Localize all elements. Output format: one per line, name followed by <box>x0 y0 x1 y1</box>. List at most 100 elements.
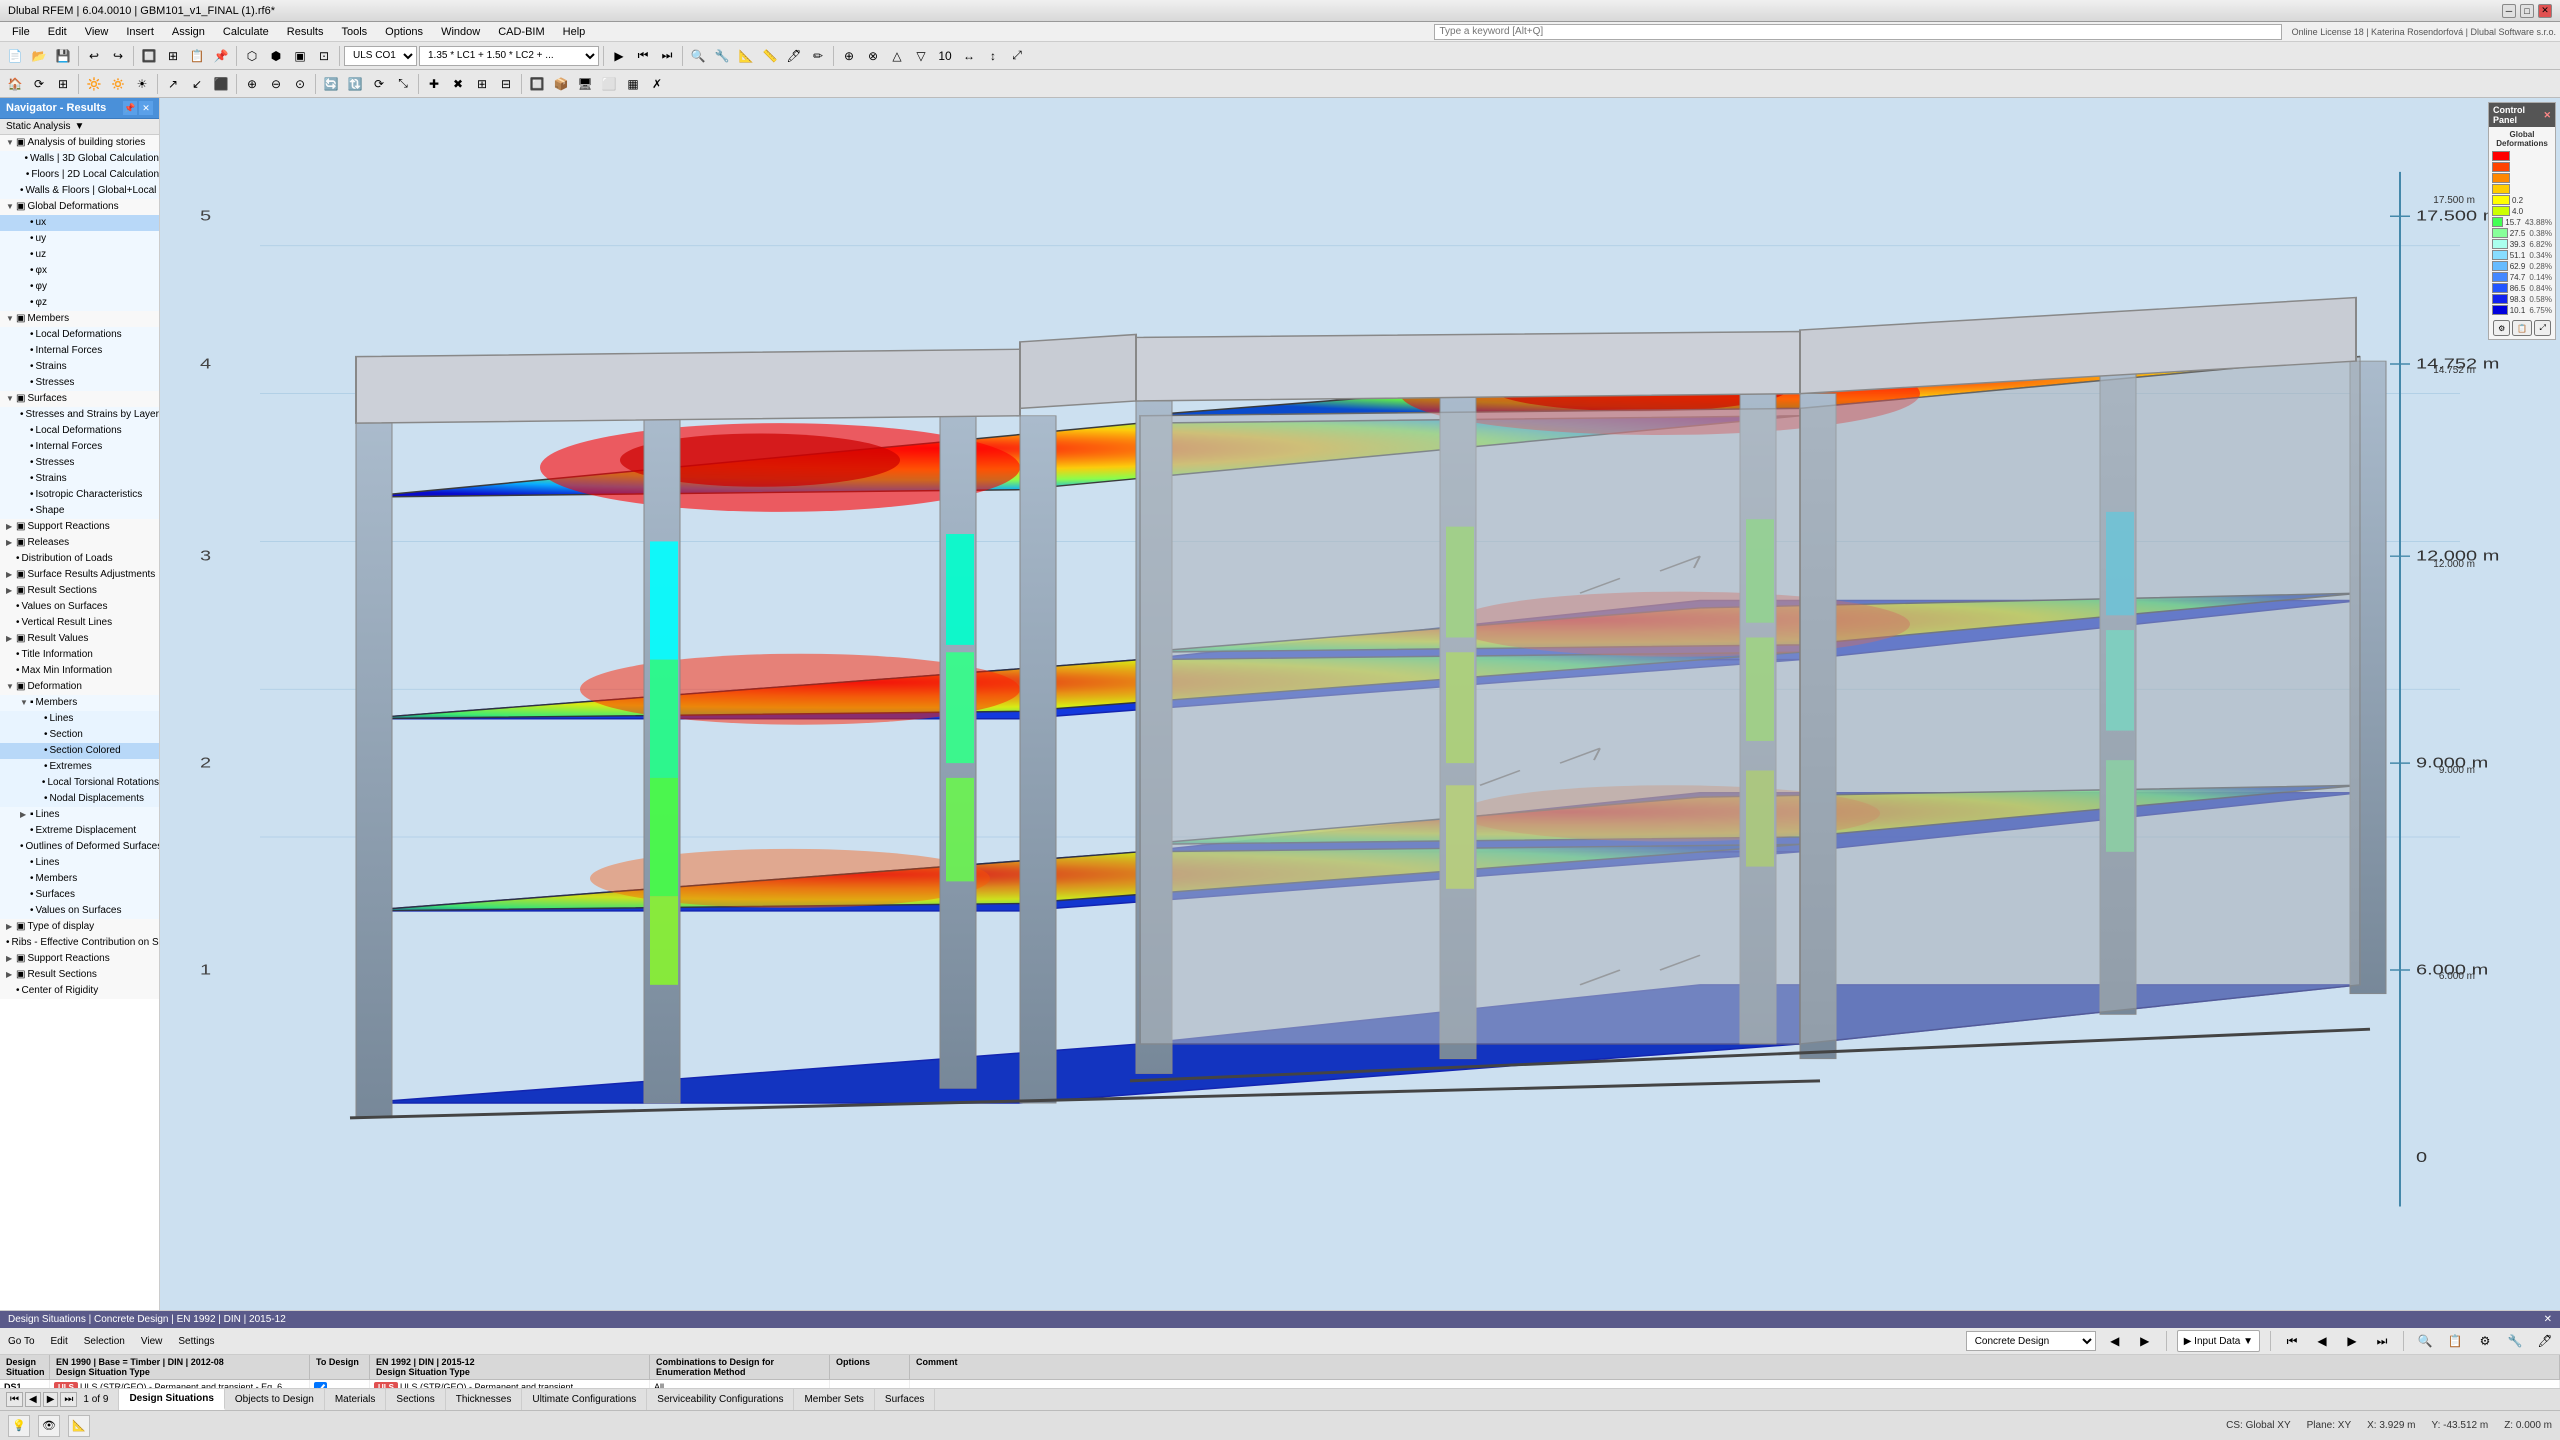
view-btn-9[interactable]: ⬛ <box>210 73 232 95</box>
bottom-tab-materials[interactable]: Materials <box>325 1389 387 1410</box>
tb-btn-1[interactable]: 🔲 <box>138 45 160 67</box>
tree-item-outlines-deformed[interactable]: • Outlines of Deformed Surfaces <box>0 839 159 855</box>
redo-button[interactable]: ↪ <box>107 45 129 67</box>
tree-item-s-isotropic[interactable]: • Isotropic Characteristics <box>0 487 159 503</box>
tree-item-def-m-lines[interactable]: • Lines <box>0 711 159 727</box>
viewport[interactable]: 17.500 m 14.752 m 12.000 m 9.000 m 6.000… <box>160 98 2560 1310</box>
tb-btn-16[interactable]: 🖊 <box>783 45 805 67</box>
tree-item-dist-loads[interactable]: • Distribution of Loads <box>0 551 159 567</box>
goto-button[interactable]: Go To <box>4 1335 39 1348</box>
tree-item-def-m-nodal[interactable]: • Nodal Displacements <box>0 791 159 807</box>
menu-options[interactable]: Options <box>377 24 431 40</box>
tree-item-result-values[interactable]: ▶▣ Result Values <box>0 631 159 647</box>
view-btn-26[interactable]: ✗ <box>646 73 668 95</box>
tb-btn-20[interactable]: △ <box>886 45 908 67</box>
first-page-button[interactable]: ⏮ <box>6 1392 23 1407</box>
view-btn-4[interactable]: 🔆 <box>83 73 105 95</box>
edit-button[interactable]: Edit <box>47 1335 72 1348</box>
view-btn-19[interactable]: ⊞ <box>471 73 493 95</box>
view-btn-2[interactable]: ⟳ <box>28 73 50 95</box>
tb-btn-24[interactable]: ⤢ <box>1006 45 1028 67</box>
tree-item-gd-pz[interactable]: • φz <box>0 295 159 311</box>
tree-item-result-sections[interactable]: ▶▣ Result Sections <box>0 583 159 599</box>
bt-btn-9[interactable]: 🖊 <box>2534 1330 2556 1352</box>
bottom-tab-surfaces[interactable]: Surfaces <box>875 1389 935 1410</box>
navigator-pin-button[interactable]: 📌 <box>123 101 137 115</box>
tb-btn-12[interactable]: 🔍 <box>687 45 709 67</box>
tree-item-m-local-def[interactable]: • Local Deformations <box>0 327 159 343</box>
tb-btn-23[interactable]: ↕ <box>982 45 1004 67</box>
tb-btn-22[interactable]: ↔ <box>958 45 980 67</box>
tb-btn-8[interactable]: ⊡ <box>313 45 335 67</box>
bottom-tab-design-situations[interactable]: Design Situations <box>119 1389 224 1410</box>
tree-item-walls-3d[interactable]: • Walls | 3D Global Calculation <box>0 151 159 167</box>
menu-results[interactable]: Results <box>279 24 332 40</box>
tb-btn-5[interactable]: ⬡ <box>241 45 263 67</box>
bt-btn-2[interactable]: ◀ <box>2311 1330 2333 1352</box>
status-btn-3[interactable]: 📐 <box>68 1415 90 1437</box>
legend-settings-button[interactable]: ⚙ <box>2493 320 2510 336</box>
tb-btn-19[interactable]: ⊗ <box>862 45 884 67</box>
navigator-close-button[interactable]: ✕ <box>139 101 153 115</box>
tree-item-def-s-lines[interactable]: • Lines <box>0 855 159 871</box>
cell-to-design[interactable] <box>310 1380 370 1388</box>
tree-item-support-reactions[interactable]: ▶▣ Support Reactions <box>0 519 159 535</box>
tree-item-type-of-display[interactable]: ▶▣ Type of display <box>0 919 159 935</box>
tree-item-gd-uy[interactable]: • uy <box>0 231 159 247</box>
tb-btn-18[interactable]: ⊕ <box>838 45 860 67</box>
prev-page-button[interactable]: ◀ <box>25 1392 41 1407</box>
maximize-button[interactable]: □ <box>2520 4 2534 18</box>
bt-btn-3[interactable]: ▶ <box>2341 1330 2363 1352</box>
tree-item-s-shape[interactable]: • Shape <box>0 503 159 519</box>
tree-item-center-of-rigidity[interactable]: • Center of Rigidity <box>0 983 159 999</box>
close-button[interactable]: ✕ <box>2538 4 2552 18</box>
formula-combo[interactable]: 1.35 * LC1 + 1.50 * LC2 + ... <box>419 46 599 66</box>
menu-file[interactable]: File <box>4 24 38 40</box>
bt-btn-1[interactable]: ⏮ <box>2281 1330 2303 1352</box>
module-dropdown[interactable]: Concrete Design <box>1966 1331 2096 1351</box>
last-page-button[interactable]: ⏭ <box>60 1392 77 1407</box>
menu-window[interactable]: Window <box>433 24 488 40</box>
tb-btn-15[interactable]: 📏 <box>759 45 781 67</box>
tree-item-s-strains[interactable]: • Strains <box>0 471 159 487</box>
tree-item-m-internal-forces[interactable]: • Internal Forces <box>0 343 159 359</box>
tb-btn-2[interactable]: ⊞ <box>162 45 184 67</box>
tree-item-floors-2d[interactable]: • Floors | 2D Local Calculation <box>0 167 159 183</box>
view-btn-10[interactable]: ⊕ <box>241 73 263 95</box>
selection-button[interactable]: Selection <box>80 1335 129 1348</box>
view-btn-1[interactable]: 🏠 <box>4 73 26 95</box>
bottom-panel-close-icon[interactable]: ✕ <box>2544 1314 2552 1325</box>
tree-item-values-on-surfaces[interactable]: • Values on Surfaces <box>0 599 159 615</box>
view-btn-5[interactable]: 🔅 <box>107 73 129 95</box>
tree-item-vertical-result-lines[interactable]: • Vertical Result Lines <box>0 615 159 631</box>
menu-assign[interactable]: Assign <box>164 24 213 40</box>
tree-item-s-local-def[interactable]: • Local Deformations <box>0 423 159 439</box>
view-btn-15[interactable]: ⟳ <box>368 73 390 95</box>
tb-btn-21[interactable]: ▽ <box>910 45 932 67</box>
view-btn-16[interactable]: ⤡ <box>392 73 414 95</box>
view-btn-8[interactable]: ↙ <box>186 73 208 95</box>
tree-item-gd-ux[interactable]: • ux <box>0 215 159 231</box>
tb-btn-7[interactable]: ▣ <box>289 45 311 67</box>
zoom-10-button[interactable]: 10 <box>934 45 956 67</box>
bottom-tab-sections[interactable]: Sections <box>386 1389 445 1410</box>
view-btn-24[interactable]: ⬜ <box>598 73 620 95</box>
undo-button[interactable]: ↩ <box>83 45 105 67</box>
menu-edit[interactable]: Edit <box>40 24 75 40</box>
tb-btn-6[interactable]: ⬢ <box>265 45 287 67</box>
next-page-button[interactable]: ▶ <box>43 1392 59 1407</box>
new-button[interactable]: 📄 <box>4 45 26 67</box>
tree-item-title-info[interactable]: • Title Information <box>0 647 159 663</box>
tree-item-def-m-local-torsional[interactable]: • Local Torsional Rotations <box>0 775 159 791</box>
settings-button[interactable]: Settings <box>174 1335 218 1348</box>
tree-item-def-members[interactable]: ▼▪ Members <box>0 695 159 711</box>
tree-item-def-s-surfaces[interactable]: • Surfaces <box>0 887 159 903</box>
tree-item-surface-adj[interactable]: ▶▣ Surface Results Adjustments <box>0 567 159 583</box>
tree-item-extreme-displacement[interactable]: • Extreme Displacement <box>0 823 159 839</box>
tb-btn-10[interactable]: ⏮ <box>632 45 654 67</box>
tree-item-global-deformations[interactable]: ▼▣ Global Deformations <box>0 199 159 215</box>
save-button[interactable]: 💾 <box>52 45 74 67</box>
lc-dropdown[interactable]: ULS CO1 <box>344 46 417 66</box>
tree-item-def-m-section[interactable]: • Section <box>0 727 159 743</box>
menu-view[interactable]: View <box>77 24 117 40</box>
